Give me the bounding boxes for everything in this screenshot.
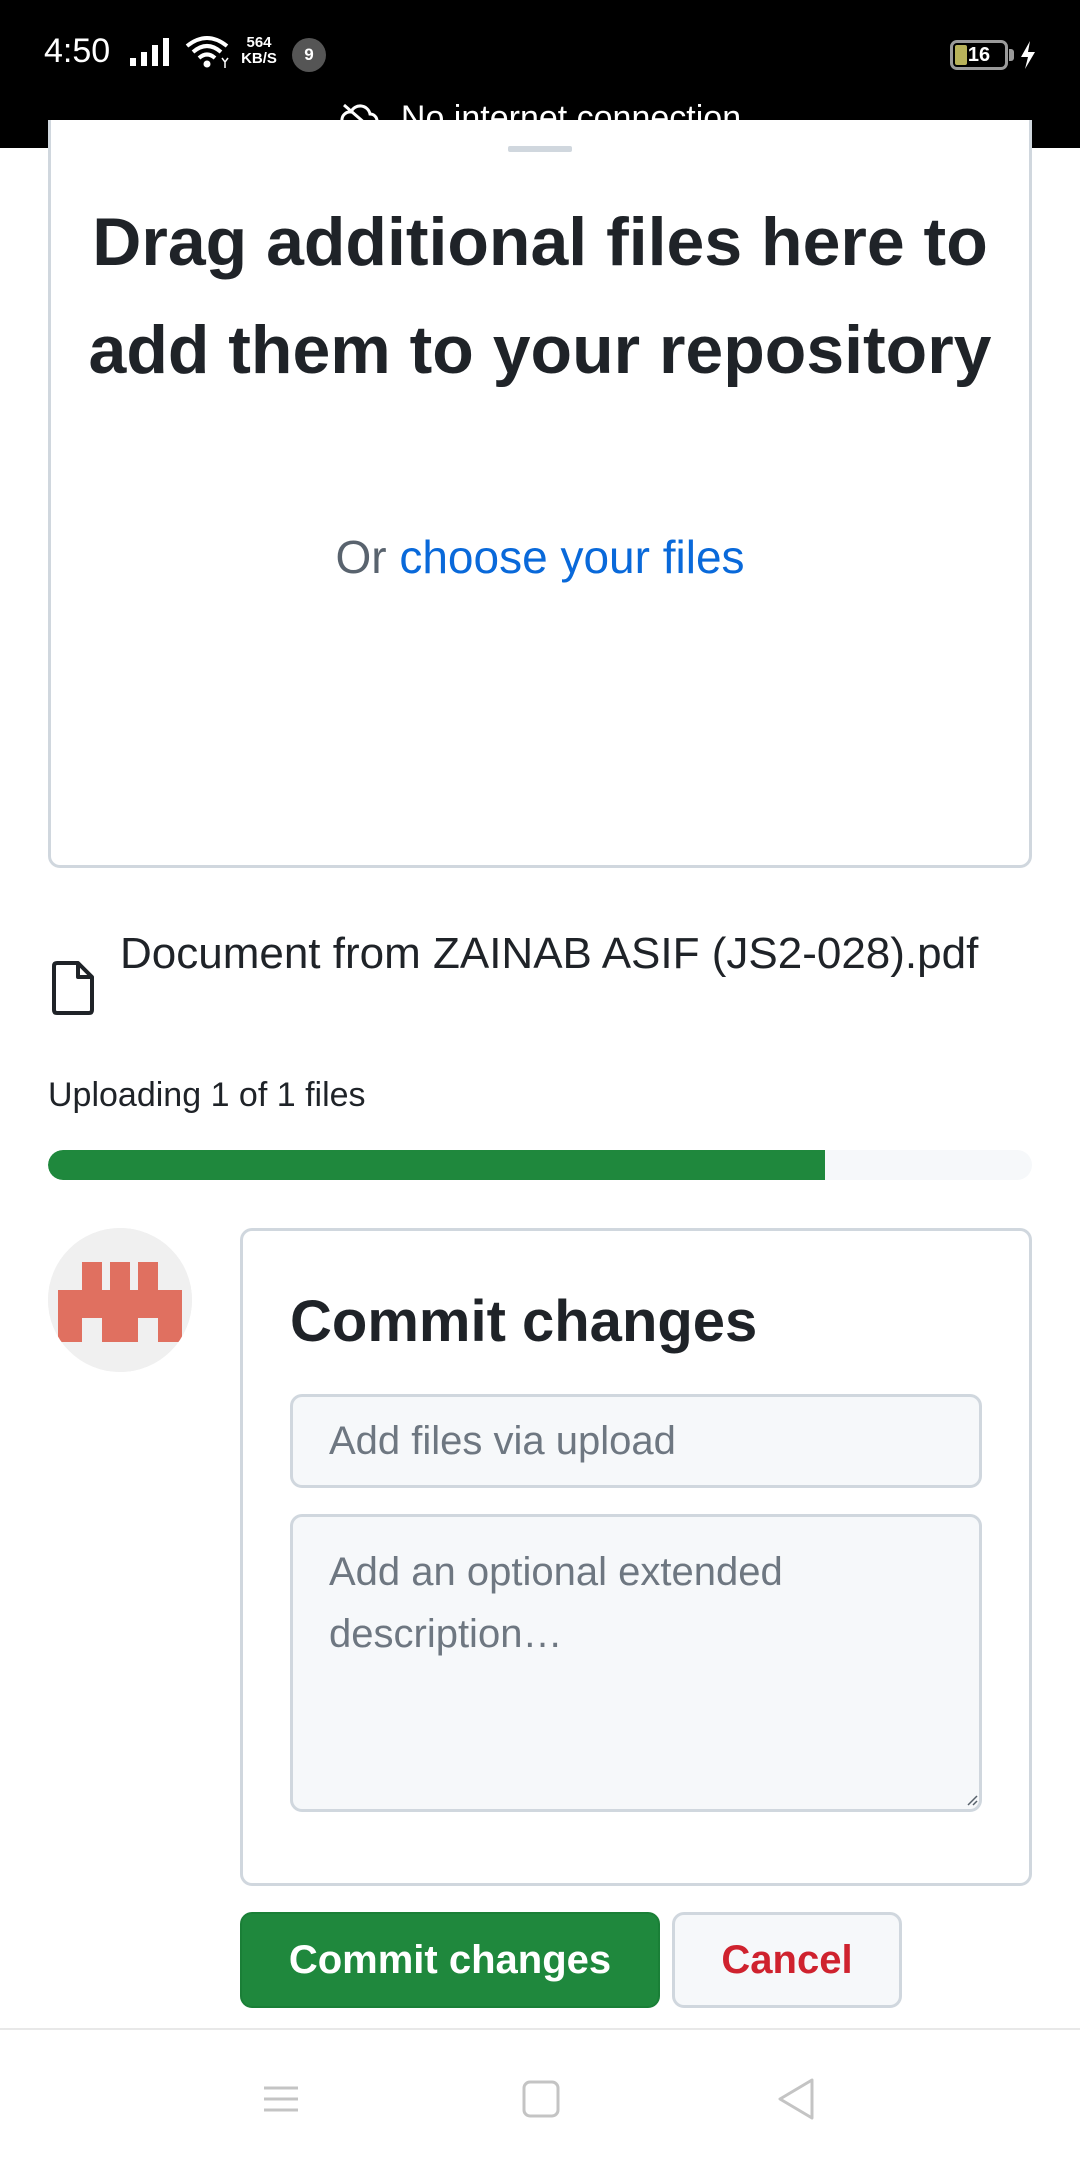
file-icon (52, 961, 94, 1015)
dropzone-choose-line: Or choose your files (48, 530, 1032, 584)
cancel-button[interactable]: Cancel (672, 1912, 902, 2008)
notification-badge: 9 (292, 38, 326, 72)
dropzone-title: Drag additional files here to add them t… (88, 204, 992, 388)
speed-unit: KB/S (241, 50, 277, 67)
status-time: 4:50 (44, 32, 111, 70)
wifi-icon (185, 36, 229, 68)
commit-changes-button[interactable]: Commit changes (240, 1912, 660, 2008)
commit-summary-input[interactable] (290, 1394, 982, 1488)
charging-bolt-icon (1021, 41, 1035, 69)
signal-icon (130, 38, 169, 66)
commit-title: Commit changes (290, 1289, 758, 1354)
upload-progress-fill (48, 1150, 826, 1180)
upload-status: Uploading 1 of 1 files (48, 1076, 366, 1114)
battery-tip (1009, 49, 1014, 61)
resize-handle-icon[interactable] (966, 1794, 978, 1806)
uploaded-file-name: Document from ZAINAB ASIF (JS2-028).pdf (120, 929, 979, 978)
home-square-icon[interactable] (516, 2074, 566, 2124)
or-text: Or (335, 531, 400, 583)
upload-progress-bar (48, 1150, 1032, 1180)
choose-files-link[interactable]: choose your files (399, 531, 744, 583)
dropzone-handle (508, 146, 572, 152)
network-speed: 564 KB/S (236, 35, 282, 67)
battery-level: 16 (967, 44, 991, 66)
speed-value: 564 (246, 34, 272, 51)
back-triangle-icon[interactable] (772, 2074, 822, 2124)
commit-description-textarea[interactable] (290, 1514, 982, 1812)
avatar[interactable] (48, 1228, 192, 1372)
system-navigation-bar (0, 2028, 1080, 2160)
menu-icon[interactable] (256, 2074, 306, 2124)
identicon-image (48, 1228, 192, 1372)
battery-icon: 16 (950, 40, 1008, 70)
